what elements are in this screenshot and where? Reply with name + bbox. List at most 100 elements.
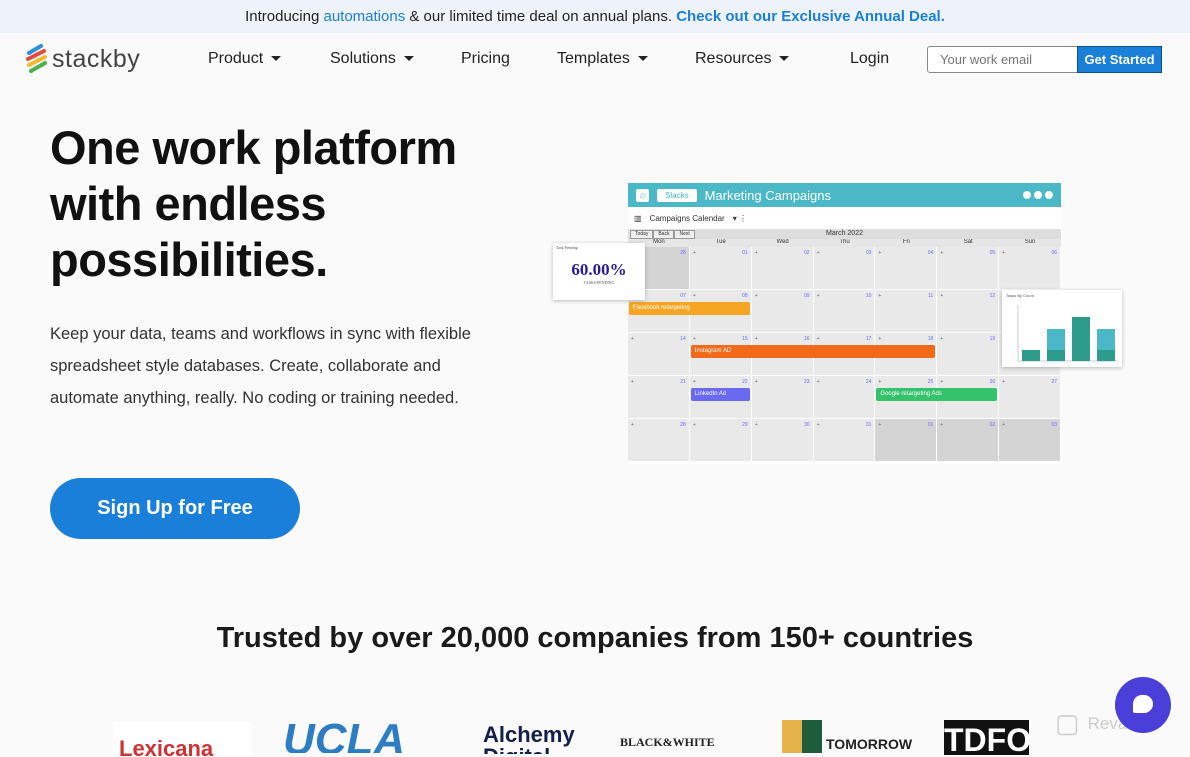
calendar-cell: +03 — [813, 247, 876, 290]
banner-text-mid: & our limited time deal on annual plans. — [405, 8, 677, 25]
date-number: 25 — [927, 379, 934, 385]
date-number: 28 — [680, 422, 686, 428]
stack-badge: Slacks — [657, 188, 697, 202]
date-number: 24 — [865, 379, 872, 385]
bar — [1097, 350, 1115, 361]
trusted-heading: Trusted by over 20,000 companies from 15… — [216, 622, 974, 654]
date-number: 23 — [804, 379, 810, 385]
date-number: 14 — [680, 336, 686, 342]
date-number: 03 — [865, 250, 872, 256]
get-started-button[interactable]: Get Started — [1077, 46, 1162, 73]
calendar-event: LinkedIn Ad — [690, 388, 750, 401]
day-label: Wed — [776, 239, 789, 245]
caret-down-icon: ▾ ⋮ — [732, 213, 747, 223]
calendar-cell: +10 — [813, 290, 876, 333]
calendar-cell: +30 — [751, 419, 814, 462]
calendar-cell: +09 — [751, 290, 814, 333]
nav-solutions[interactable]: Solutions — [330, 50, 414, 68]
hero-title: One work platform with endless possibili… — [50, 121, 457, 286]
calendar-cell: +01 — [875, 419, 938, 462]
sign-up-button[interactable]: Sign Up for Free — [50, 478, 300, 539]
month-bar: Today Back Next March 2022 — [628, 229, 1061, 239]
date-number: 05 — [989, 250, 996, 256]
date-number: 27 — [1051, 379, 1057, 385]
date-number: 02 — [804, 250, 810, 256]
calendar-grid: +28+01+02+03+04+05+06+07+08+09+10+11+12+… — [628, 247, 1061, 462]
next-button: Next — [674, 230, 695, 239]
bar — [1047, 329, 1065, 350]
stackby-logo-icon — [26, 44, 47, 73]
nav-product[interactable]: Product — [208, 50, 282, 68]
calendar-cell: +29 — [689, 419, 752, 462]
calendar-mockup: ⌂ Slacks Marketing Campaigns ▥ Campaigns … — [628, 183, 1061, 464]
calendar-cell: +28 — [628, 419, 690, 462]
day-label: Fri — [902, 239, 910, 245]
nav-pricing[interactable]: Pricing — [461, 50, 510, 68]
tomorrow-logo-mark — [782, 720, 822, 753]
date-number: 06 — [1051, 250, 1057, 256]
day-label: Sun — [1024, 239, 1036, 245]
card-header: Tasks By Count — [1006, 293, 1034, 298]
calendar-cell: +04 — [875, 247, 938, 290]
bar-chart — [1017, 305, 1117, 362]
date-number: 09 — [804, 293, 810, 299]
tasks-chart-card: Tasks By Count — [1002, 290, 1122, 367]
nav-resources[interactable]: Resources — [695, 50, 790, 68]
calendar-event: Google retargeting Ads — [876, 388, 998, 401]
calendar-cell: +31 — [813, 419, 876, 462]
caret-down-icon — [271, 56, 282, 62]
calendar-cell: +19 — [937, 333, 1000, 376]
date-number: 01 — [927, 422, 934, 428]
bar — [1022, 350, 1040, 361]
work-email-input[interactable] — [927, 46, 1078, 73]
grid-icon: ▥ — [634, 213, 642, 223]
date-number: 18 — [927, 336, 934, 342]
date-number: 10 — [865, 293, 872, 299]
calendar-cell: +23 — [751, 376, 814, 419]
bar — [1047, 350, 1065, 361]
chat-icon — [1133, 695, 1153, 713]
logo-alchemy: Alchemy Digital Media — [483, 724, 575, 754]
stat-value: 60.00% — [571, 260, 627, 279]
date-number: 30 — [804, 422, 810, 428]
calendar-cell: +05 — [937, 247, 1000, 290]
calendar-cell: +01 — [689, 247, 752, 290]
date-number: 29 — [742, 422, 748, 428]
stat-label: TASKS PENDING — [583, 280, 615, 285]
automations-link[interactable]: automations — [323, 8, 405, 25]
task-pending-card: Task Pending 60.00% TASKS PENDING — [553, 243, 645, 300]
nav-login[interactable]: Login — [850, 50, 889, 68]
bar — [1072, 317, 1090, 361]
date-number: 03 — [1051, 422, 1057, 428]
banner-text: Introducing — [245, 8, 324, 25]
mockup-title: Marketing Campaigns — [704, 187, 832, 203]
home-icon: ⌂ — [636, 188, 649, 202]
nav-templates[interactable]: Templates — [557, 50, 648, 68]
calendar-cell: +02 — [937, 419, 1000, 462]
annual-deal-link[interactable]: Check out our Exclusive Annual Deal. — [676, 8, 945, 25]
date-number: 26 — [989, 379, 996, 385]
calendar-cell: +14 — [628, 333, 690, 376]
calendar-cell: +11 — [875, 290, 938, 333]
caret-down-icon — [403, 56, 414, 62]
back-button: Back — [653, 230, 675, 239]
hero-subtitle: Keep your data, teams and workflows in s… — [50, 325, 471, 407]
calendar-event: Facebook retargeting — [629, 302, 750, 315]
chat-button[interactable] — [1115, 677, 1171, 733]
stackby-logo[interactable]: stackby — [25, 43, 140, 75]
view-name: Campaigns Calendar — [649, 213, 725, 223]
day-label: Sat — [963, 239, 973, 245]
day-label: Thu — [839, 239, 850, 245]
date-number: 08 — [742, 293, 748, 299]
day-header: Mon Tue Wed Thu Fri Sat Sun — [628, 239, 1061, 247]
bar — [1097, 329, 1115, 350]
mockup-header: ⌂ Slacks Marketing Campaigns — [628, 183, 1061, 207]
date-number: 16 — [804, 336, 810, 342]
top-nav: stackby Product Solutions Pricing Templa… — [0, 33, 1190, 88]
date-number: 15 — [742, 336, 748, 342]
logo-ucla: UCLA — [283, 718, 406, 753]
calendar-cell: +06 — [999, 247, 1061, 290]
date-number: 28 — [680, 250, 686, 256]
date-number: 02 — [989, 422, 996, 428]
date-number: 17 — [865, 336, 872, 342]
